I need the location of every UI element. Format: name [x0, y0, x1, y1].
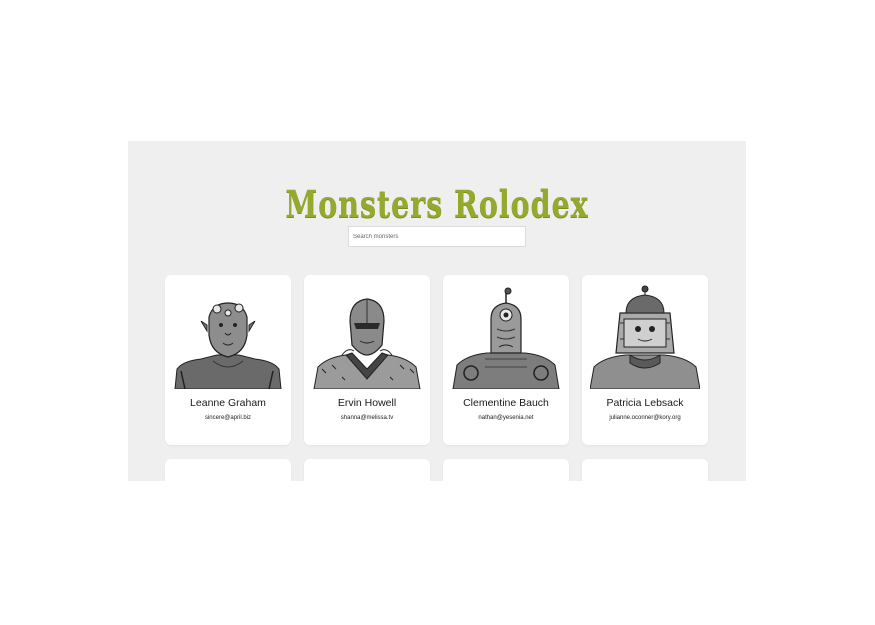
search-input[interactable] [348, 226, 526, 247]
monster-card[interactable]: Ervin Howell shanna@melissa.tv [304, 275, 430, 445]
monster-card[interactable]: Patricia Lebsack julianne.oconner@kory.o… [582, 275, 708, 445]
monster-email: julianne.oconner@kory.org [609, 415, 681, 421]
monster-card-list: Leanne Graham sincere@april.biz Ervin Ho… [165, 275, 710, 481]
horned-monster-avatar-icon [174, 302, 282, 389]
monster-email: nathan@yesenia.net [478, 415, 534, 421]
monster-name: Ervin Howell [337, 397, 397, 409]
monster-card[interactable] [304, 459, 430, 481]
monster-email: shanna@melissa.tv [340, 415, 394, 421]
monster-name: Patricia Lebsack [606, 397, 684, 409]
helmet-robot-avatar-icon [590, 285, 700, 389]
monster-name: Leanne Graham [190, 397, 266, 409]
monster-email: sincere@april.biz [204, 415, 252, 421]
monster-card[interactable]: Leanne Graham sincere@april.biz [165, 275, 291, 445]
monster-card[interactable] [165, 459, 291, 481]
monster-name: Clementine Bauch [463, 397, 549, 409]
monster-card[interactable]: Clementine Bauch nathan@yesenia.net [443, 275, 569, 445]
monster-card[interactable] [582, 459, 708, 481]
monster-card[interactable] [443, 459, 569, 481]
armored-knight-avatar-icon [313, 298, 421, 389]
cyclops-robot-avatar-icon [452, 287, 560, 389]
page-title: Monsters Rolodex [285, 181, 589, 226]
app-viewport: Monsters Rolodex Leanne Graham sincere@a… [128, 141, 746, 481]
